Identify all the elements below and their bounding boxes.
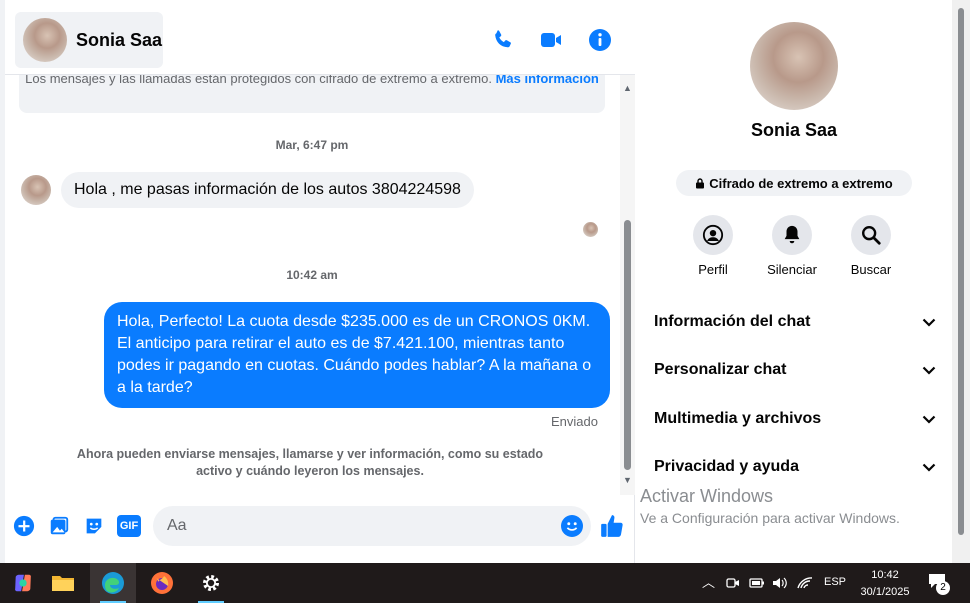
message-input[interactable]: Aa: [153, 506, 591, 546]
chevron-down-icon: [922, 318, 936, 327]
sender-avatar: [21, 175, 51, 205]
video-icon[interactable]: [539, 28, 563, 52]
section-label: Multimedia y archivos: [654, 410, 822, 427]
section-customize-chat[interactable]: Personalizar chat: [654, 361, 936, 379]
chat-header: Sonia Saa: [5, 0, 635, 75]
page-scrollbar[interactable]: [952, 0, 970, 563]
contact-avatar: [23, 18, 67, 62]
search-button[interactable]: Buscar: [831, 215, 911, 277]
chevron-down-icon: [922, 463, 936, 472]
section-label: Personalizar chat: [654, 361, 787, 378]
section-label: Privacidad y ayuda: [654, 458, 799, 475]
notification-badge: 2: [936, 581, 950, 595]
profile-avatar: [750, 22, 838, 110]
scrollbar-thumb[interactable]: [624, 220, 631, 470]
permissions-notice: Ahora pueden enviarse mensajes, llamarse…: [76, 447, 544, 478]
contact-chip[interactable]: Sonia Saa: [15, 12, 163, 68]
settings-app[interactable]: [188, 563, 234, 603]
firefox-app[interactable]: [139, 563, 185, 603]
chevron-down-icon: [922, 415, 936, 424]
meet-icon[interactable]: [726, 576, 740, 590]
watermark-title: Activar Windows: [640, 486, 774, 506]
mute-button[interactable]: Silenciar: [752, 215, 832, 277]
section-chat-info[interactable]: Información del chat: [654, 313, 936, 331]
gif-icon[interactable]: GIF: [117, 515, 141, 537]
gear-icon: [202, 574, 220, 592]
clock-time: 10:42: [871, 569, 899, 581]
bell-icon: [784, 225, 800, 244]
language-indicator[interactable]: ESP: [824, 576, 846, 588]
page-scrollbar-thumb[interactable]: [958, 8, 964, 535]
encryption-notice: Los mensajes y las llamadas están proteg…: [19, 75, 605, 113]
encryption-text: Los mensajes y las llamadas están proteg…: [25, 75, 492, 86]
folder-icon: [52, 576, 74, 591]
incoming-message-row: Hola , me pasas información de los autos…: [21, 172, 474, 208]
chat-panel: Sonia Saa Los mensajes y las llamadas es…: [5, 0, 635, 563]
taskbar: ︿ ESP 10:42 30/1/2025 2: [0, 563, 970, 603]
clock[interactable]: 10:42 30/1/2025: [850, 567, 920, 601]
profile-name: Sonia Saa: [750, 120, 838, 140]
encryption-label: Cifrado de extremo a extremo: [709, 175, 893, 191]
phone-icon[interactable]: [491, 28, 515, 52]
profile-label: Perfil: [698, 262, 728, 277]
profile-icon: [702, 224, 724, 246]
emoji-icon[interactable]: [561, 515, 583, 537]
watermark-subtitle: Ve a Configuración para activar Windows.: [640, 510, 900, 526]
battery-icon[interactable]: [749, 577, 765, 589]
composer: GIF Aa: [5, 505, 635, 549]
chat-scrollbar[interactable]: ▲ ▼: [620, 75, 635, 495]
search-icon: [862, 226, 881, 245]
messenger-window: Sonia Saa Los mensajes y las llamadas es…: [0, 0, 970, 563]
chevron-up-icon[interactable]: ︿: [702, 572, 715, 591]
contact-name: Sonia Saa: [76, 29, 163, 50]
sticker-icon[interactable]: [83, 515, 105, 537]
section-privacy-help[interactable]: Privacidad y ayuda: [654, 458, 936, 476]
incoming-message[interactable]: Hola , me pasas información de los autos…: [61, 172, 474, 208]
message-list[interactable]: Los mensajes y las llamadas están proteg…: [5, 75, 635, 495]
windows-activation-watermark: Activar Windows Ve a Configuración para …: [640, 486, 900, 526]
scroll-down-icon[interactable]: ▼: [623, 475, 632, 485]
wifi-icon[interactable]: [797, 577, 813, 589]
timestamp: 10:42 am: [286, 268, 338, 282]
more-info-link[interactable]: Más información: [496, 75, 599, 86]
timestamp: Mar, 6:47 pm: [275, 138, 349, 152]
encryption-pill[interactable]: Cifrado de extremo a extremo: [676, 170, 912, 196]
scroll-up-icon[interactable]: ▲: [623, 83, 632, 93]
section-media-files[interactable]: Multimedia y archivos: [654, 410, 936, 428]
edge-app[interactable]: [90, 563, 136, 603]
notifications-button[interactable]: 2: [928, 573, 950, 595]
info-icon[interactable]: [588, 28, 612, 52]
plus-icon[interactable]: [13, 515, 35, 537]
file-explorer-app[interactable]: [40, 563, 86, 603]
chat-details-sidebar: Sonia Saa Cifrado de extremo a extremo P…: [636, 0, 952, 563]
thumbs-up-icon[interactable]: [599, 513, 625, 539]
firefox-icon: [151, 572, 173, 594]
sent-status: Enviado: [551, 414, 598, 429]
image-icon[interactable]: [48, 515, 70, 537]
section-label: Información del chat: [654, 313, 811, 330]
edge-icon: [102, 572, 124, 594]
outgoing-message[interactable]: Hola, Perfecto! La cuota desde $235.000 …: [104, 302, 610, 408]
chevron-down-icon: [922, 366, 936, 375]
clock-date: 30/1/2025: [860, 586, 910, 598]
lock-icon: [696, 177, 705, 188]
read-receipt-avatar: [583, 222, 598, 237]
mute-label: Silenciar: [767, 262, 817, 277]
copilot-icon: [15, 574, 31, 592]
search-label: Buscar: [850, 262, 892, 277]
profile-button[interactable]: Perfil: [673, 215, 753, 277]
volume-icon[interactable]: [772, 576, 788, 590]
